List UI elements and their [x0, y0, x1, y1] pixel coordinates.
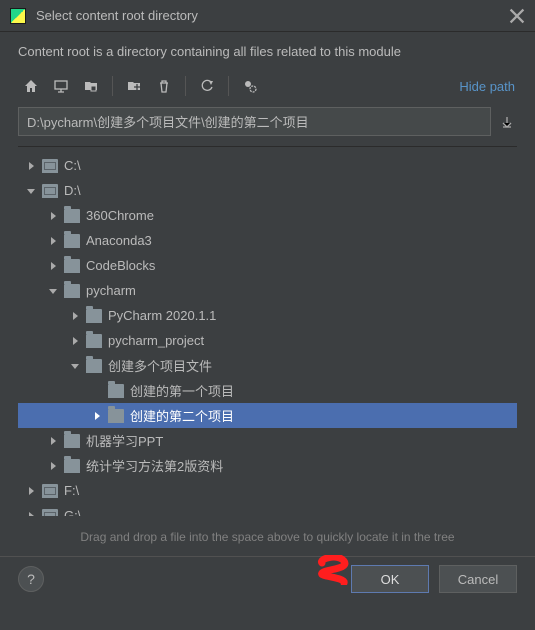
cancel-button[interactable]: Cancel	[439, 565, 517, 593]
chevron-right-icon[interactable]	[46, 434, 60, 448]
window-subtitle: Content root is a directory containing a…	[0, 32, 535, 69]
history-dropdown-icon[interactable]	[497, 112, 517, 132]
folder-icon	[86, 309, 102, 323]
folder-icon	[86, 334, 102, 348]
chevron-right-icon[interactable]	[68, 309, 82, 323]
tree-node-label: pycharm	[86, 283, 136, 298]
tree-node-label: 创建多个项目文件	[108, 356, 212, 375]
tree-node-label: Anaconda3	[86, 233, 152, 248]
chevron-right-icon[interactable]	[68, 334, 82, 348]
toolbar-separator	[228, 76, 229, 96]
path-input[interactable]	[18, 107, 491, 136]
folder-icon	[64, 259, 80, 273]
tree-node-label: D:\	[64, 183, 81, 198]
tree-node-label: CodeBlocks	[86, 258, 155, 273]
chevron-right-icon[interactable]	[46, 209, 60, 223]
directory-tree[interactable]: C:\ D:\ 360Chrome Anaconda3 CodeBlocks pychar…	[18, 146, 517, 516]
tree-node[interactable]: Anaconda3	[18, 228, 517, 253]
tree-node-label: C:\	[64, 158, 81, 173]
close-icon[interactable]	[509, 8, 525, 24]
show-hidden-icon[interactable]	[237, 73, 263, 99]
chevron-down-icon[interactable]	[24, 184, 38, 198]
tree-node[interactable]: 创建多个项目文件	[18, 353, 517, 378]
tree-node-label: 创建的第一个项目	[130, 381, 234, 400]
tree-node[interactable]: 创建的第二个项目	[18, 403, 517, 428]
tree-node-label: 统计学习方法第2版资料	[86, 456, 223, 475]
chevron-right-icon[interactable]	[46, 234, 60, 248]
desktop-icon[interactable]	[48, 73, 74, 99]
tree-node[interactable]: pycharm_project	[18, 328, 517, 353]
tree-node[interactable]: CodeBlocks	[18, 253, 517, 278]
tree-node-label: 机器学习PPT	[86, 431, 163, 450]
tree-node-label: F:\	[64, 483, 79, 498]
folder-icon	[108, 384, 124, 398]
window-title: Select content root directory	[36, 8, 509, 23]
tree-node[interactable]: D:\	[18, 178, 517, 203]
drive-icon	[42, 184, 58, 198]
refresh-icon[interactable]	[194, 73, 220, 99]
drop-hint: Drag and drop a file into the space abov…	[0, 516, 535, 552]
tree-node-label: 创建的第二个项目	[130, 406, 234, 425]
title-bar: Select content root directory	[0, 0, 535, 32]
help-button[interactable]: ?	[18, 566, 44, 592]
hide-path-link[interactable]: Hide path	[459, 79, 515, 94]
tree-node[interactable]: C:\	[18, 153, 517, 178]
tree-node-label: 360Chrome	[86, 208, 154, 223]
tree-node-label: PyCharm 2020.1.1	[108, 308, 216, 323]
chevron-right-icon[interactable]	[90, 409, 104, 423]
delete-icon[interactable]	[151, 73, 177, 99]
tree-node-label: pycharm_project	[108, 333, 204, 348]
dialog-footer: ? OK Cancel	[0, 556, 535, 607]
chevron-down-icon[interactable]	[68, 359, 82, 373]
toolbar-separator	[112, 76, 113, 96]
toolbar: Hide path	[0, 69, 535, 107]
tree-node[interactable]: 机器学习PPT	[18, 428, 517, 453]
tree-node[interactable]: 360Chrome	[18, 203, 517, 228]
folder-icon	[64, 459, 80, 473]
chevron-right-icon[interactable]	[24, 509, 38, 517]
tree-node[interactable]: pycharm	[18, 278, 517, 303]
ok-button[interactable]: OK	[351, 565, 429, 593]
toolbar-separator	[185, 76, 186, 96]
folder-icon	[108, 409, 124, 423]
chevron-right-icon[interactable]	[46, 259, 60, 273]
home-icon[interactable]	[18, 73, 44, 99]
chevron-right-icon[interactable]	[46, 459, 60, 473]
drive-icon	[42, 159, 58, 173]
tree-node[interactable]: F:\	[18, 478, 517, 503]
tree-node[interactable]: 统计学习方法第2版资料	[18, 453, 517, 478]
folder-icon	[64, 209, 80, 223]
project-icon[interactable]	[78, 73, 104, 99]
folder-icon	[64, 434, 80, 448]
tree-node[interactable]: PyCharm 2020.1.1	[18, 303, 517, 328]
chevron-down-icon[interactable]	[46, 284, 60, 298]
drive-icon	[42, 484, 58, 498]
tree-node[interactable]: 创建的第一个项目	[18, 378, 517, 403]
pycharm-logo-icon	[10, 8, 26, 24]
folder-icon	[86, 359, 102, 373]
chevron-right-icon[interactable]	[24, 484, 38, 498]
drive-icon	[42, 509, 58, 517]
new-folder-icon[interactable]	[121, 73, 147, 99]
tree-node[interactable]: G:\	[18, 503, 517, 516]
folder-icon	[64, 284, 80, 298]
tree-node-label: G:\	[64, 508, 81, 516]
path-row	[18, 107, 517, 136]
folder-icon	[64, 234, 80, 248]
chevron-right-icon[interactable]	[24, 159, 38, 173]
